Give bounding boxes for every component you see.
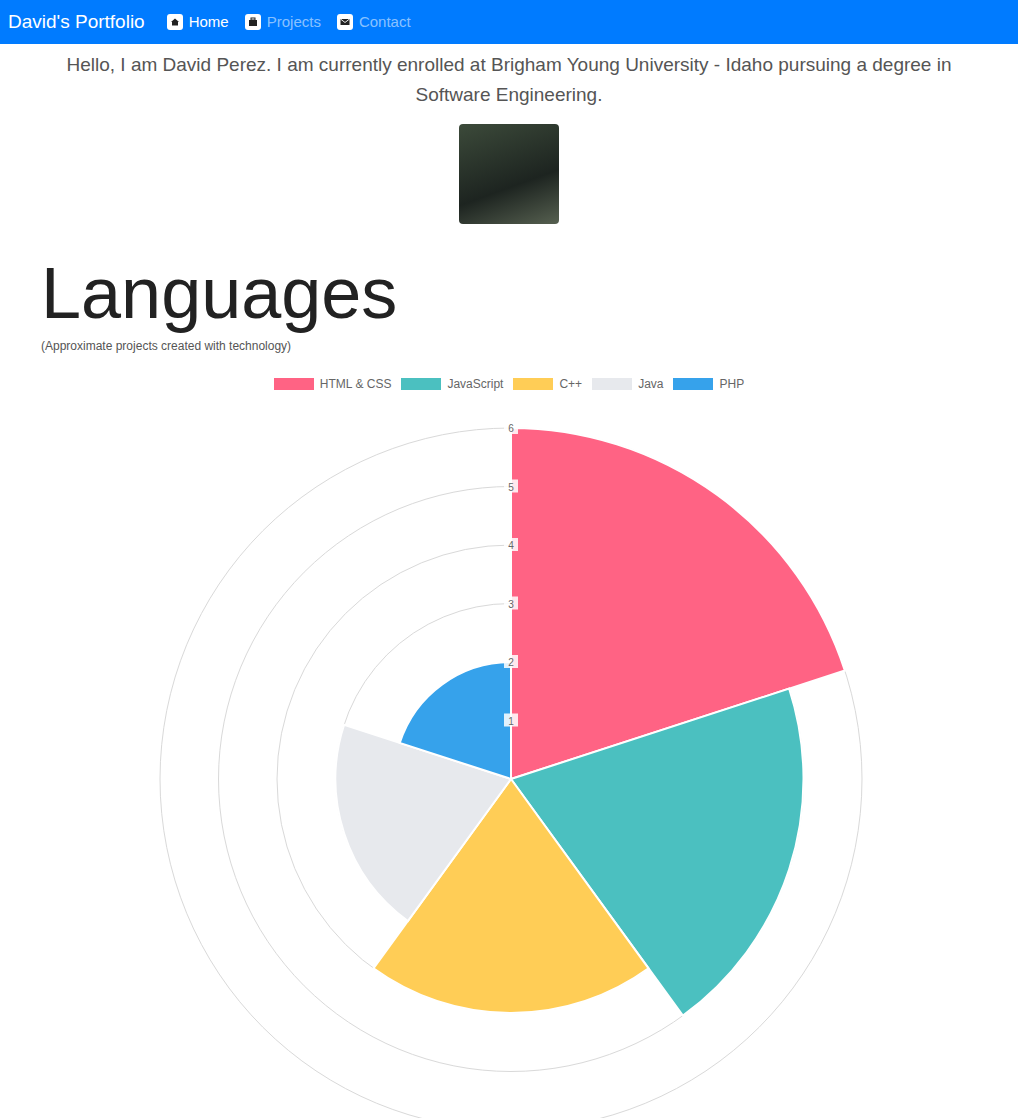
legend-swatch xyxy=(673,378,713,390)
envelope-icon xyxy=(337,14,353,30)
svg-text:2: 2 xyxy=(508,657,514,668)
intro-text: Hello, I am David Perez. I am currently … xyxy=(41,50,977,110)
chart-segment[interactable] xyxy=(400,662,511,779)
nav-label: Contact xyxy=(359,11,411,34)
legend-label: C++ xyxy=(559,375,582,393)
svg-text:3: 3 xyxy=(508,599,514,610)
legend-label: HTML & CSS xyxy=(320,375,392,393)
legend-swatch xyxy=(592,378,632,390)
tick-label: 1 xyxy=(504,714,518,727)
legend-swatch xyxy=(401,378,441,390)
svg-text:1: 1 xyxy=(508,716,514,727)
briefcase-icon xyxy=(245,14,261,30)
chart-legend: HTML & CSS JavaScript C++ Java PHP xyxy=(41,375,977,393)
section-title: Languages xyxy=(41,254,977,333)
legend-item[interactable]: Java xyxy=(592,375,663,393)
legend-item[interactable]: JavaScript xyxy=(401,375,503,393)
tick-label: 6 xyxy=(504,421,518,434)
legend-label: Java xyxy=(638,375,663,393)
nav-links: Home Projects Contact xyxy=(167,11,411,34)
profile-photo xyxy=(459,124,559,224)
section-subtitle: (Approximate projects created with techn… xyxy=(41,337,977,355)
svg-text:5: 5 xyxy=(508,482,514,493)
nav-label: Home xyxy=(189,11,229,34)
tick-label: 3 xyxy=(504,597,518,610)
legend-item[interactable]: HTML & CSS xyxy=(274,375,392,393)
main-content: Hello, I am David Perez. I am currently … xyxy=(29,50,989,1118)
grid-ring xyxy=(160,428,862,1118)
legend-item[interactable]: C++ xyxy=(513,375,582,393)
legend-label: JavaScript xyxy=(447,375,503,393)
nav-link[interactable]: Projects xyxy=(245,11,321,34)
chart-area: 1 2 3 4 5 6 xyxy=(41,401,977,1118)
legend-swatch xyxy=(274,378,314,390)
legend-swatch xyxy=(513,378,553,390)
legend-item[interactable]: PHP xyxy=(673,375,744,393)
svg-text:6: 6 xyxy=(508,423,514,434)
nav-label: Projects xyxy=(267,11,321,34)
brand-link[interactable]: David's Portfolio xyxy=(8,8,145,37)
tick-label: 5 xyxy=(504,480,518,493)
legend-label: PHP xyxy=(719,375,744,393)
nav-link[interactable]: Contact xyxy=(337,11,411,34)
nav-link[interactable]: Home xyxy=(167,11,229,34)
tick-label: 2 xyxy=(504,655,518,668)
polar-area-chart: 1 2 3 4 5 6 xyxy=(41,401,977,1118)
home-icon xyxy=(167,14,183,30)
tick-label: 4 xyxy=(504,538,518,551)
svg-text:4: 4 xyxy=(508,540,514,551)
navbar: David's Portfolio Home Projects Contact xyxy=(0,0,1018,44)
